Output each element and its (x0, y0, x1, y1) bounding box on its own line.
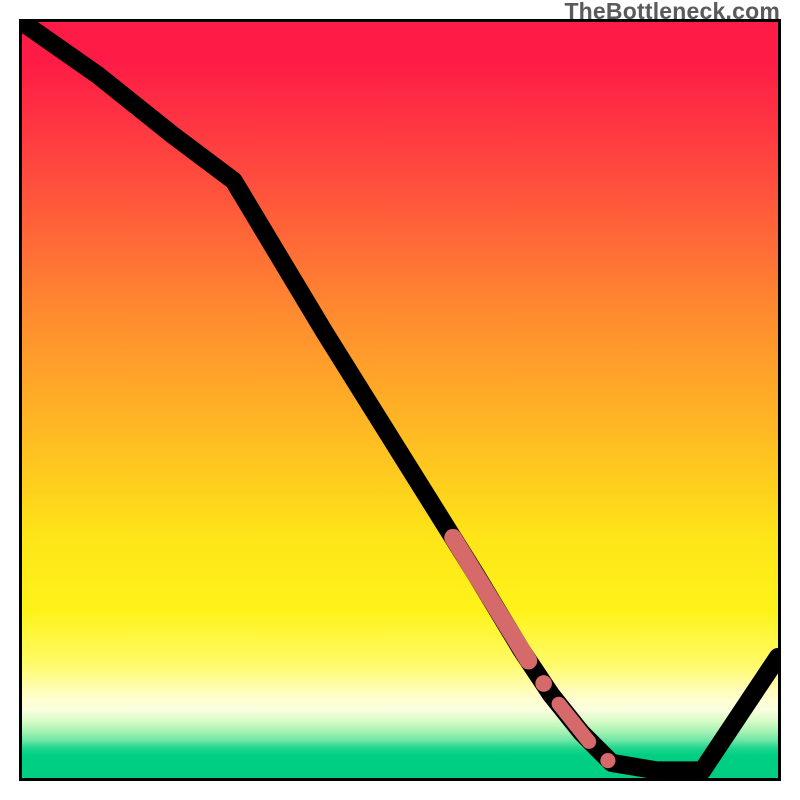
plot-svg (22, 22, 778, 778)
chart-stage: TheBottleneck.com (0, 0, 800, 800)
marker-dot-2 (600, 753, 615, 768)
plot-area (19, 19, 781, 781)
marker-segment-heavy (453, 538, 529, 661)
bottleneck-curve (22, 22, 778, 770)
marker-dot-1 (535, 675, 552, 692)
